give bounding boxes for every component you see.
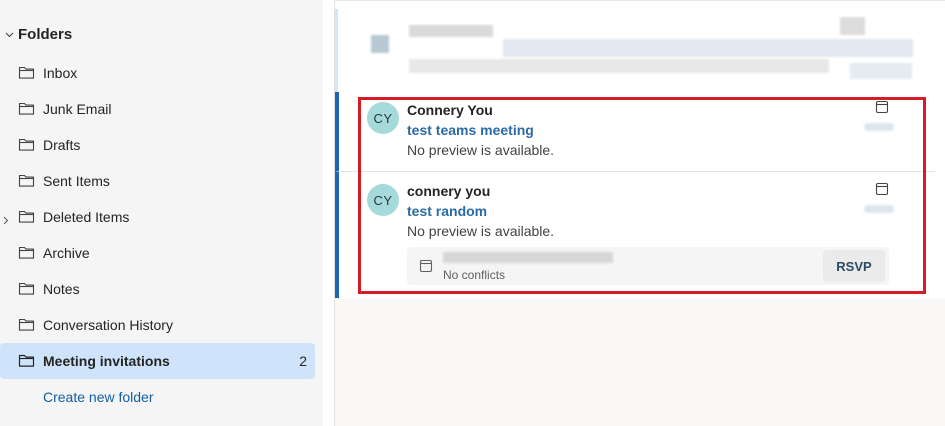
folder-icon — [18, 101, 35, 116]
sidebar-item-junk-email[interactable]: Junk Email — [0, 91, 315, 127]
sidebar-item-archive[interactable]: Archive — [0, 235, 315, 271]
create-new-folder-link[interactable]: Create new folder — [43, 389, 154, 405]
meeting-card: No conflicts RSVP — [407, 247, 889, 285]
sidebar-item-label: Sent Items — [43, 173, 110, 189]
sidebar-item-deleted-items[interactable]: Deleted Items — [0, 199, 315, 235]
conflict-status: No conflicts — [443, 268, 506, 282]
sidebar-item-label: Drafts — [43, 137, 81, 153]
folder-icon — [18, 245, 35, 260]
unread-count-badge: 2 — [299, 353, 307, 369]
message-sender: connery you — [407, 183, 491, 199]
message-subject: test teams meeting — [407, 122, 534, 138]
message-subject: test random — [407, 203, 488, 219]
redacted-time — [864, 205, 894, 213]
rsvp-button[interactable]: RSVP — [823, 250, 885, 282]
outlook-mail-window: Folders Inbox Junk Email Drafts Sent Ite… — [0, 0, 945, 426]
message-list: CY Connery You test teams meeting No pre… — [335, 0, 945, 426]
sidebar-item-drafts[interactable]: Drafts — [0, 127, 315, 163]
folder-icon — [18, 281, 35, 296]
message-item[interactable]: CY connery you test random No preview is… — [335, 172, 935, 298]
message-item[interactable]: CY Connery You test teams meeting No pre… — [335, 92, 935, 172]
folder-icon — [18, 137, 35, 152]
calendar-icon — [875, 100, 889, 114]
message-preview: No preview is available. — [407, 223, 555, 239]
avatar: CY — [367, 102, 399, 134]
sidebar-item-sent-items[interactable]: Sent Items — [0, 163, 315, 199]
redacted-accent — [335, 9, 338, 93]
redacted-meeting-time — [443, 252, 613, 263]
sidebar-item-meeting-invitations[interactable]: Meeting invitations 2 — [0, 343, 315, 379]
avatar: CY — [367, 184, 399, 216]
message-sender: Connery You — [407, 102, 493, 118]
sidebar-item-inbox[interactable]: Inbox — [0, 55, 315, 91]
folder-icon — [18, 65, 35, 80]
highlighted-messages: CY Connery You test teams meeting No pre… — [335, 92, 945, 298]
sidebar-item-notes[interactable]: Notes — [0, 271, 315, 307]
folder-icon — [18, 173, 35, 188]
message-preview: No preview is available. — [407, 142, 555, 158]
sidebar-item-label: Inbox — [43, 65, 78, 81]
redacted-message-preview[interactable] — [335, 0, 945, 93]
calendar-icon — [875, 182, 889, 196]
sidebar-item-conversation-history[interactable]: Conversation History — [0, 307, 315, 343]
folder-icon — [18, 317, 35, 332]
sidebar-item-label: Archive — [43, 245, 90, 261]
sidebar-item-label: Meeting invitations — [43, 353, 170, 369]
folder-icon — [18, 209, 35, 224]
chevron-down-icon[interactable] — [4, 30, 14, 40]
folders-header-label: Folders — [18, 26, 73, 43]
redacted-time — [864, 123, 894, 131]
sidebar-item-label: Junk Email — [43, 101, 112, 117]
sidebar-item-label: Deleted Items — [43, 209, 130, 225]
folder-icon — [18, 353, 35, 368]
sidebar-item-label: Notes — [43, 281, 80, 297]
sidebar-item-label: Conversation History — [43, 317, 173, 333]
chevron-right-icon[interactable] — [3, 212, 11, 225]
calendar-icon — [419, 259, 433, 273]
folder-pane: Folders Inbox Junk Email Drafts Sent Ite… — [0, 0, 323, 426]
